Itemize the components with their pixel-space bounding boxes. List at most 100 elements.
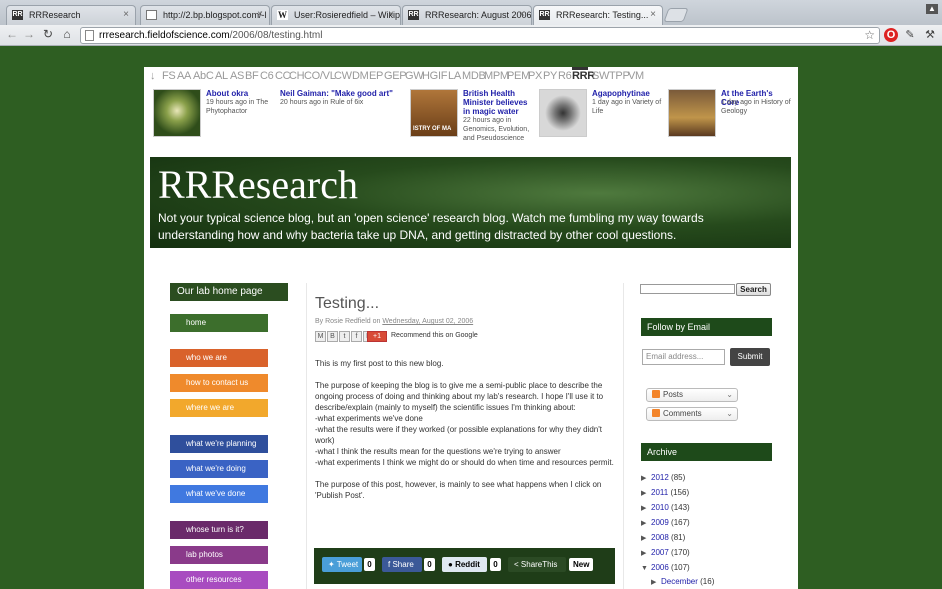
menu-link-contact[interactable]: how to contact us bbox=[170, 374, 268, 392]
nav-item[interactable]: CC bbox=[275, 70, 291, 82]
archive-year-link[interactable]: 2012 bbox=[651, 473, 669, 482]
menu-link-where-we-are[interactable]: where we are bbox=[170, 399, 268, 417]
feed-thumbnail[interactable] bbox=[539, 89, 587, 137]
archive-year-row-expanded[interactable]: ▼ 2006 (107) bbox=[641, 562, 690, 574]
close-tab-icon[interactable]: × bbox=[388, 6, 394, 24]
window-menu-icon[interactable]: ▲ bbox=[926, 4, 938, 14]
feed-thumbnail[interactable] bbox=[668, 89, 716, 137]
nav-item[interactable]: C6 bbox=[260, 70, 274, 82]
feed-item[interactable]: Neil Gaiman: "Make good art" 20 hours ag… bbox=[280, 89, 400, 141]
expand-arrow-icon[interactable]: ▶ bbox=[651, 577, 661, 589]
close-tab-icon[interactable]: × bbox=[650, 6, 656, 24]
nav-item[interactable]: TPP bbox=[609, 70, 630, 82]
bookmark-star-icon[interactable]: ☆ bbox=[864, 28, 875, 43]
archive-year-row[interactable]: ▶ 2012 (85) bbox=[641, 472, 685, 484]
nav-item[interactable]: PY bbox=[543, 70, 557, 82]
nav-item[interactable]: AbC bbox=[193, 70, 214, 82]
nav-item[interactable]: MPM bbox=[484, 70, 509, 82]
nav-item[interactable]: GEP bbox=[384, 70, 407, 82]
subscribe-comments-dropdown[interactable]: Comments ⌄ bbox=[646, 407, 738, 421]
archive-year-link[interactable]: 2009 bbox=[651, 518, 669, 527]
archive-year-link[interactable]: 2008 bbox=[651, 533, 669, 542]
search-input[interactable] bbox=[640, 284, 735, 294]
nav-item[interactable]: EP bbox=[369, 70, 383, 82]
nav-item[interactable]: HG bbox=[422, 70, 438, 82]
feed-thumbnail[interactable]: ISTRY OF MA bbox=[410, 89, 458, 137]
feed-title[interactable]: Neil Gaiman: "Make good art" bbox=[280, 89, 400, 98]
home-icon[interactable]: ⌂ bbox=[60, 27, 74, 41]
browser-tab-4[interactable]: RR RRResearch: August 2006 × bbox=[402, 5, 532, 25]
nav-item[interactable]: CW bbox=[334, 70, 352, 82]
nav-item[interactable]: R6 bbox=[558, 70, 572, 82]
browser-tab-2[interactable]: http://2.bp.blogspot.com/-l × bbox=[140, 5, 270, 25]
browser-tab-active[interactable]: RR RRResearch: Testing... × bbox=[533, 5, 663, 25]
submit-button[interactable]: Submit bbox=[730, 348, 770, 366]
nav-item[interactable]: SW bbox=[592, 70, 609, 82]
browser-tab-1[interactable]: RR RRResearch × bbox=[6, 5, 136, 25]
menu-link-done[interactable]: what we've done bbox=[170, 485, 268, 503]
feed-item[interactable]: Agapophytinae 1 day ago in Variety of Li… bbox=[539, 89, 664, 141]
sharethis-button[interactable]: < ShareThis bbox=[508, 557, 566, 572]
archive-year-row[interactable]: ▶ 2010 (143) bbox=[641, 502, 690, 514]
nav-item[interactable]: CH bbox=[289, 70, 305, 82]
nav-item[interactable]: PEM bbox=[507, 70, 530, 82]
email-share-icon[interactable]: M bbox=[315, 331, 326, 342]
google-plus-one-icon[interactable]: +1 bbox=[367, 331, 387, 342]
address-bar[interactable]: rrresearch.fieldofscience.com/2006/08/te… bbox=[80, 27, 880, 44]
menu-link-planning[interactable]: what we're planning bbox=[170, 435, 268, 453]
nav-item[interactable]: FS bbox=[162, 70, 176, 82]
tools-icon[interactable]: ✎ bbox=[903, 28, 917, 42]
opera-extension-icon[interactable]: O bbox=[884, 28, 898, 42]
expand-arrow-icon[interactable]: ▶ bbox=[641, 518, 651, 530]
wrench-icon[interactable]: ⚒ bbox=[923, 28, 937, 42]
email-field[interactable]: Email address... bbox=[642, 349, 725, 365]
nav-item[interactable]: AL bbox=[215, 70, 228, 82]
nav-item[interactable]: LA bbox=[448, 70, 461, 82]
expand-arrow-icon[interactable]: ▶ bbox=[641, 503, 651, 515]
nav-item[interactable]: BF bbox=[245, 70, 259, 82]
expand-arrow-icon[interactable]: ▶ bbox=[641, 488, 651, 500]
expand-arrow-icon[interactable]: ▶ bbox=[641, 473, 651, 485]
facebook-share-button[interactable]: f Share bbox=[382, 557, 422, 572]
archive-year-link[interactable]: 2011 bbox=[651, 488, 668, 497]
new-tab-button[interactable] bbox=[663, 8, 689, 22]
close-tab-icon[interactable]: × bbox=[519, 6, 525, 24]
reload-icon[interactable]: ↻ bbox=[41, 27, 55, 41]
feed-thumbnail[interactable] bbox=[153, 89, 201, 137]
nav-item[interactable]: PX bbox=[528, 70, 542, 82]
blogthis-icon[interactable]: B bbox=[327, 331, 338, 342]
archive-year-row[interactable]: ▶ 2009 (167) bbox=[641, 517, 690, 529]
nav-item[interactable]: DM bbox=[352, 70, 369, 82]
nav-arrow-icon[interactable]: ↓ bbox=[150, 70, 156, 82]
feed-title[interactable]: British Health Minister believes in magi… bbox=[463, 89, 535, 116]
subscribe-posts-dropdown[interactable]: Posts ⌄ bbox=[646, 388, 738, 402]
archive-year-row[interactable]: ▶ 2008 (81) bbox=[641, 532, 685, 544]
menu-link-home[interactable]: home bbox=[170, 314, 268, 332]
close-tab-icon[interactable]: × bbox=[257, 6, 263, 24]
feed-item[interactable]: About okra 19 hours ago in The Phytophac… bbox=[153, 89, 273, 141]
menu-link-whose-turn[interactable]: whose turn is it? bbox=[170, 521, 268, 539]
twitter-share-icon[interactable]: t bbox=[339, 331, 350, 342]
nav-item[interactable]: CO/VL bbox=[304, 70, 336, 82]
nav-item[interactable]: VM bbox=[628, 70, 644, 82]
nav-item[interactable]: GW bbox=[405, 70, 424, 82]
feed-item[interactable]: At the Earth's Core 1 day ago in History… bbox=[668, 89, 793, 141]
browser-tab-3[interactable]: W User:Rosieredfield – Wikipedi × bbox=[271, 5, 401, 25]
archive-year-link[interactable]: 2006 bbox=[651, 563, 669, 572]
back-icon[interactable]: ← bbox=[5, 27, 19, 41]
nav-item[interactable]: AA bbox=[177, 70, 191, 82]
archive-year-link[interactable]: 2010 bbox=[651, 503, 669, 512]
feed-item[interactable]: ISTRY OF MA British Health Minister beli… bbox=[410, 89, 535, 142]
nav-item[interactable]: MDB bbox=[462, 70, 486, 82]
nav-item[interactable]: AS bbox=[230, 70, 244, 82]
reddit-button[interactable]: ● Reddit bbox=[442, 557, 487, 572]
post-title[interactable]: Testing... bbox=[315, 295, 379, 313]
archive-year-row[interactable]: ▶ 2011 (156) bbox=[641, 487, 689, 499]
nav-item[interactable]: IF bbox=[438, 70, 447, 82]
blog-title[interactable]: RRResearch bbox=[158, 161, 358, 208]
feed-title[interactable]: Agapophytinae bbox=[592, 89, 664, 98]
archive-year-link[interactable]: 2007 bbox=[651, 548, 669, 557]
feed-title[interactable]: About okra bbox=[206, 89, 271, 98]
menu-link-doing[interactable]: what we're doing bbox=[170, 460, 268, 478]
forward-icon[interactable]: → bbox=[22, 27, 36, 41]
